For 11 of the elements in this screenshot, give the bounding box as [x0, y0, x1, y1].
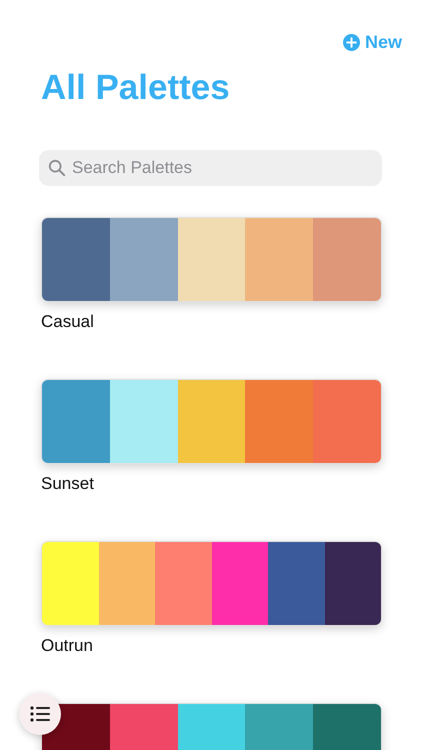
list-button[interactable] — [19, 693, 61, 735]
palette-card[interactable] — [41, 541, 382, 626]
palette-name: Casual — [41, 312, 95, 332]
new-button[interactable]: New — [342, 32, 402, 53]
page-title: All Palettes — [41, 67, 231, 109]
search-icon — [48, 159, 66, 177]
palette-name: Outrun — [41, 636, 94, 656]
list-icon — [30, 706, 50, 722]
search-field[interactable]: Search Palettes — [39, 150, 382, 186]
plus-circle-icon — [342, 34, 360, 51]
palette-name: Sunset — [41, 474, 95, 494]
